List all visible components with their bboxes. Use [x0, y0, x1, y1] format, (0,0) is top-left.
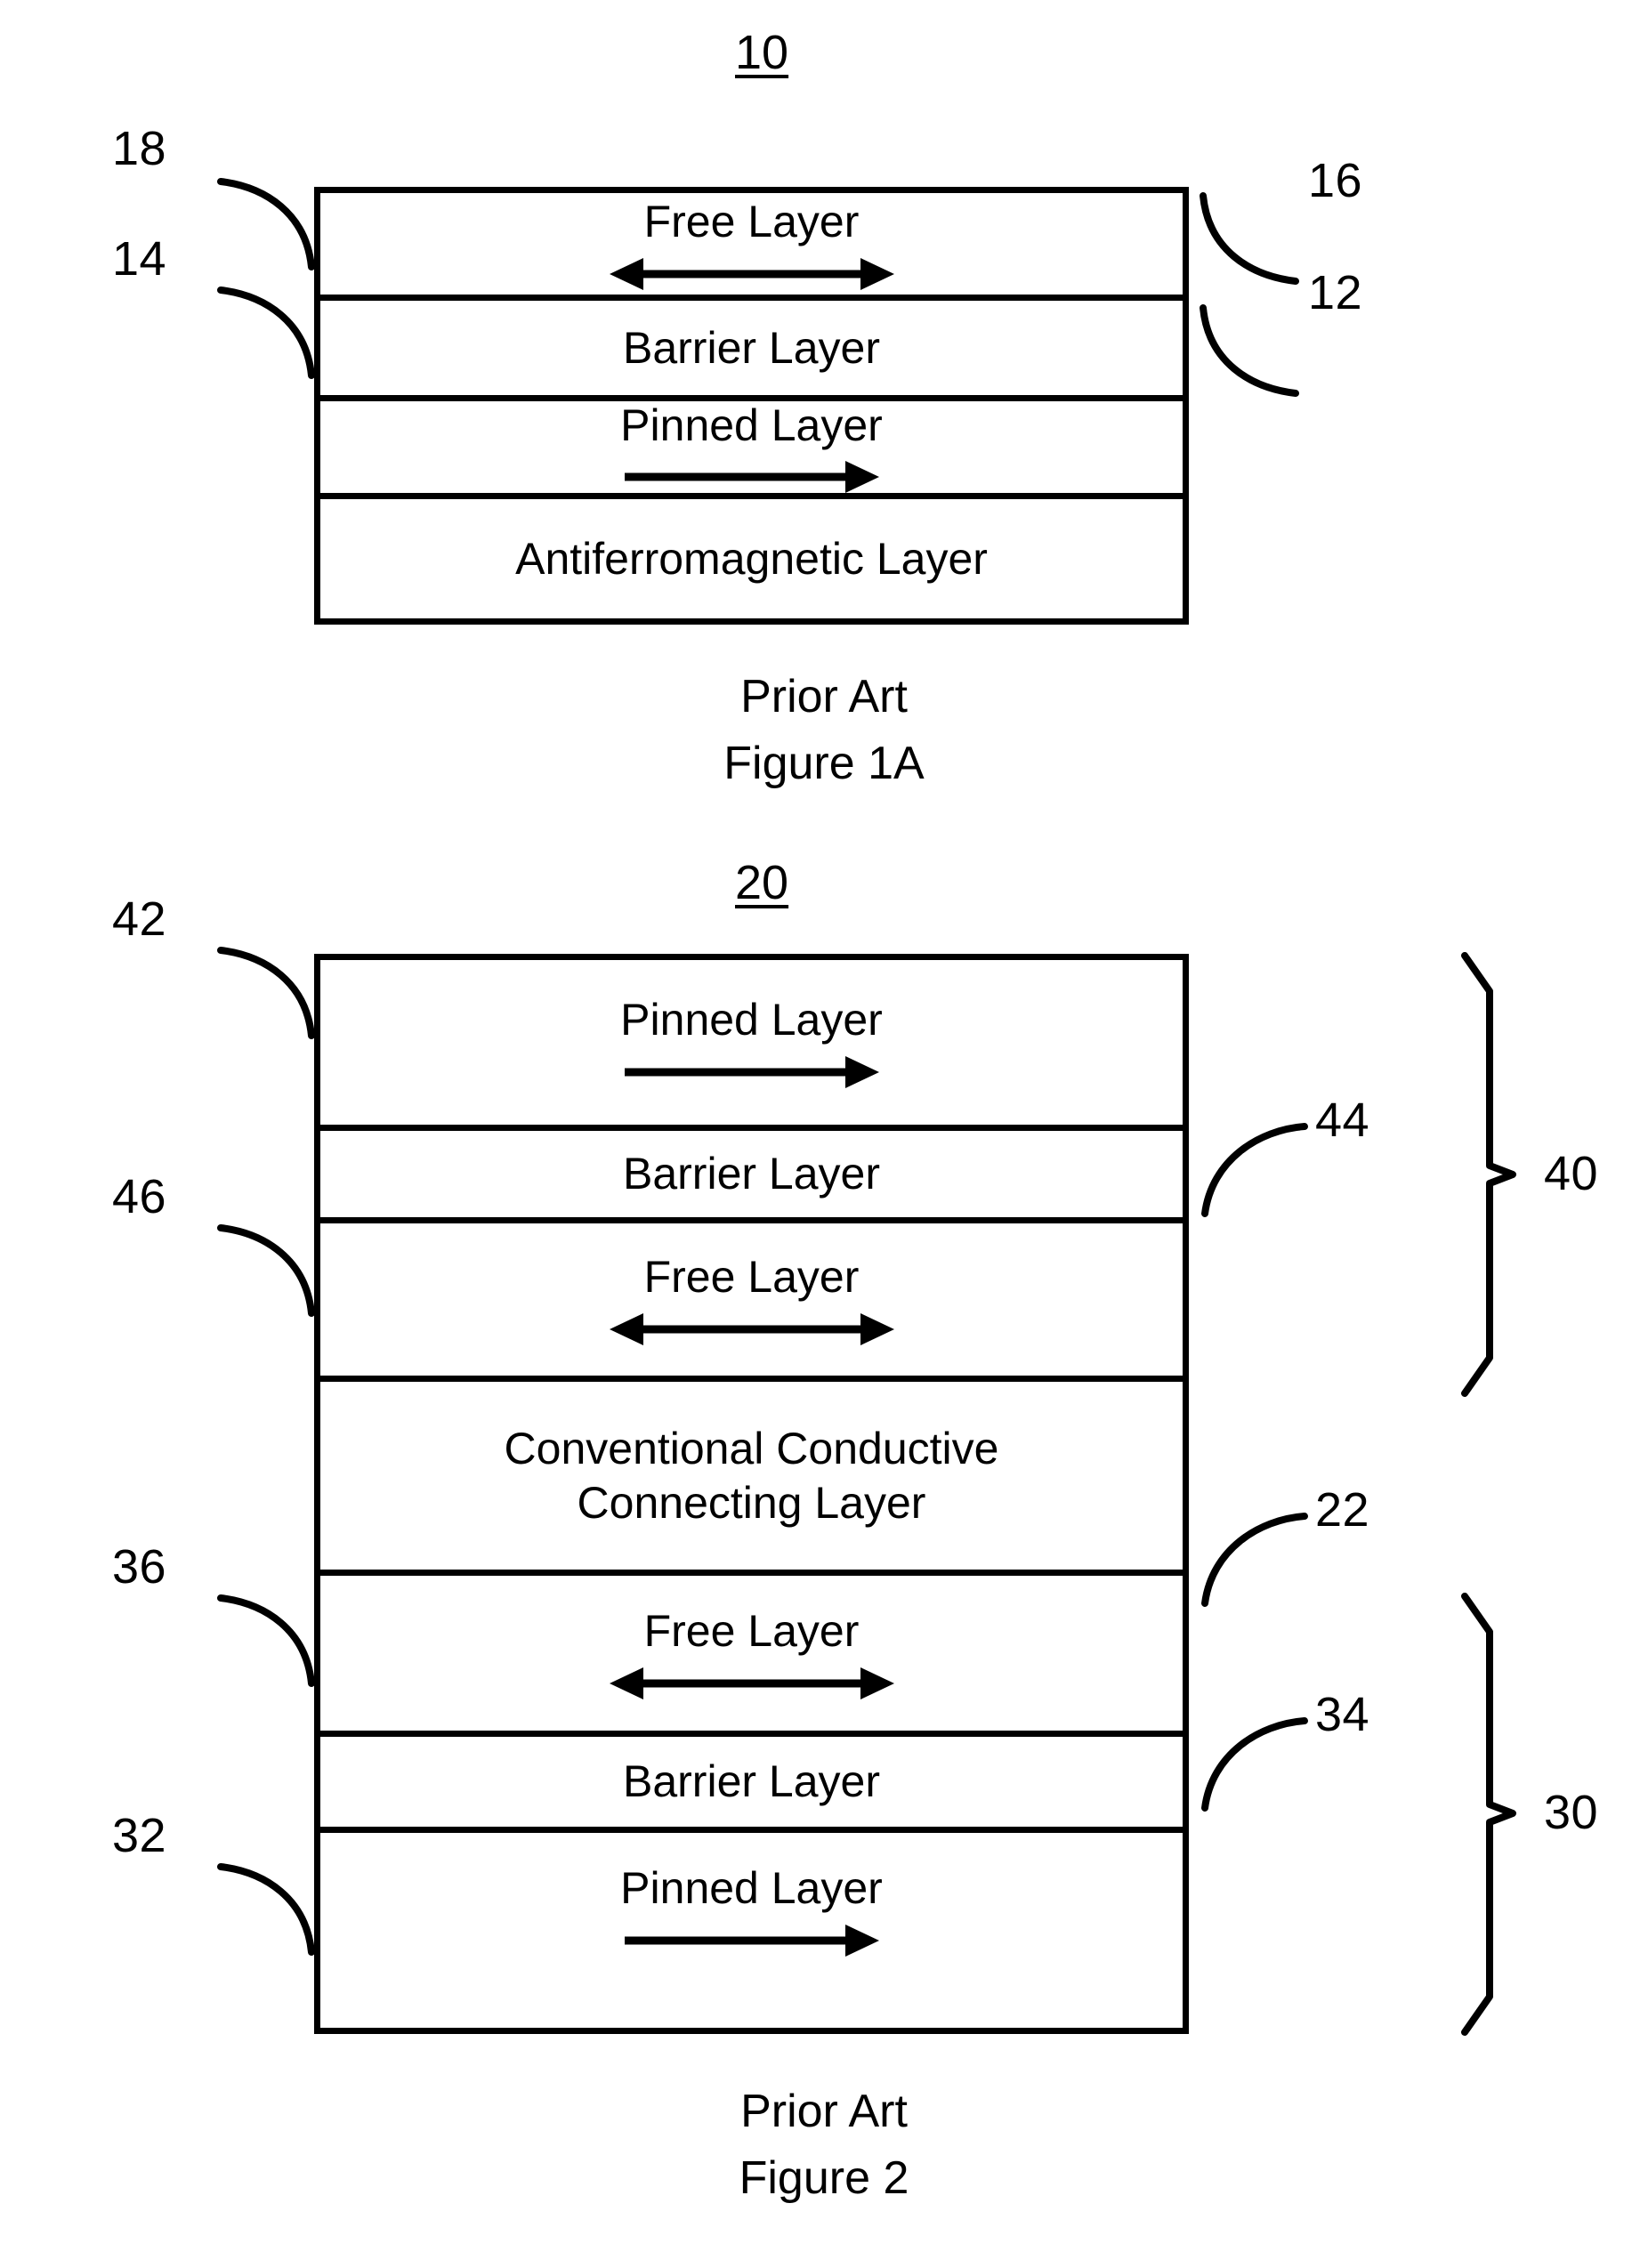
leader-line-16 [1185, 178, 1301, 287]
figure-2-layer-barrier-bottom: Barrier Layer [320, 1731, 1183, 1827]
layer-label: Free Layer [643, 196, 860, 246]
leader-line-46 [217, 1221, 326, 1319]
reference-number-42: 42 [112, 892, 167, 946]
figure-2-layer-barrier-top: Barrier Layer [320, 1125, 1183, 1217]
reference-number-16: 16 [1308, 154, 1363, 207]
layer-label: Barrier Layer [623, 1149, 880, 1199]
figure-1a-stack: Free Layer Barrier Layer Pinned Layer An… [314, 187, 1189, 625]
reference-number-46: 46 [112, 1170, 167, 1223]
reference-number-32: 32 [112, 1809, 167, 1862]
patent-drawing-sheet: 10 Free Layer Barrier Layer Pinned Layer [0, 0, 1648, 2268]
group-brace-30 [1459, 1593, 1522, 2036]
figure-2-stack: Pinned Layer Barrier Layer Free Layer Co… [314, 954, 1189, 2034]
layer-label: Free Layer [643, 1605, 860, 1656]
layer-label: Pinned Layer [620, 1863, 883, 1913]
figure-1a-layer-pinned: Pinned Layer [320, 395, 1183, 493]
double-arrow-icon [609, 254, 894, 294]
figure-2-layer-pinned-bottom: Pinned Layer [320, 1827, 1183, 1989]
leader-line-42 [217, 943, 326, 1041]
figure-2-caption-label: Figure 2 [739, 2152, 909, 2204]
figure-2-layer-free-top: Free Layer [320, 1217, 1183, 1376]
reference-number-22: 22 [1315, 1483, 1370, 1537]
figure-1a-layer-free: Free Layer [320, 193, 1183, 295]
layer-label: Conventional Conductive Connecting Layer [504, 1423, 999, 1528]
leader-line-34 [1185, 1708, 1310, 1813]
layer-label: Free Layer [643, 1252, 860, 1302]
leader-line-18 [217, 174, 326, 272]
layer-label: Antiferromagnetic Layer [515, 533, 988, 584]
leader-line-32 [217, 1860, 326, 1957]
figure-2-layer-connecting: Conventional Conductive Connecting Layer [320, 1376, 1183, 1570]
reference-number-36: 36 [112, 1540, 167, 1594]
figure-1a-layer-antiferromagnetic: Antiferromagnetic Layer [320, 493, 1183, 618]
layer-label: Pinned Layer [620, 400, 883, 450]
double-arrow-icon [609, 1310, 894, 1349]
reference-number-14: 14 [112, 232, 167, 286]
leader-line-36 [217, 1591, 326, 1689]
figure-1a-caption-label: Figure 1A [723, 738, 925, 789]
reference-number-40: 40 [1544, 1147, 1599, 1200]
leader-line-12 [1185, 290, 1301, 399]
figure-1a-number: 10 [735, 26, 789, 79]
figure-2-number: 20 [735, 856, 789, 909]
single-arrow-icon [624, 1053, 879, 1092]
reference-number-18: 18 [112, 122, 167, 175]
reference-number-44: 44 [1315, 1094, 1370, 1147]
figure-1a-layer-barrier: Barrier Layer [320, 295, 1183, 395]
layer-label: Barrier Layer [623, 1756, 880, 1806]
leader-line-14 [217, 283, 326, 381]
reference-number-34: 34 [1315, 1688, 1370, 1741]
figure-2-caption-prior-art: Prior Art [740, 2086, 908, 2137]
layer-label: Pinned Layer [620, 995, 883, 1045]
reference-number-30: 30 [1544, 1786, 1599, 1839]
single-arrow-icon [624, 458, 879, 496]
single-arrow-icon [624, 1921, 879, 1960]
figure-2-layer-pinned-top: Pinned Layer [320, 960, 1183, 1125]
double-arrow-icon [609, 1664, 894, 1703]
group-brace-40 [1459, 952, 1522, 1397]
figure-2-layer-free-bottom: Free Layer [320, 1570, 1183, 1731]
leader-line-22 [1185, 1504, 1310, 1609]
leader-line-44 [1185, 1114, 1310, 1219]
figure-1a-caption-prior-art: Prior Art [740, 671, 908, 722]
reference-number-12: 12 [1308, 266, 1363, 319]
layer-label: Barrier Layer [623, 322, 880, 373]
